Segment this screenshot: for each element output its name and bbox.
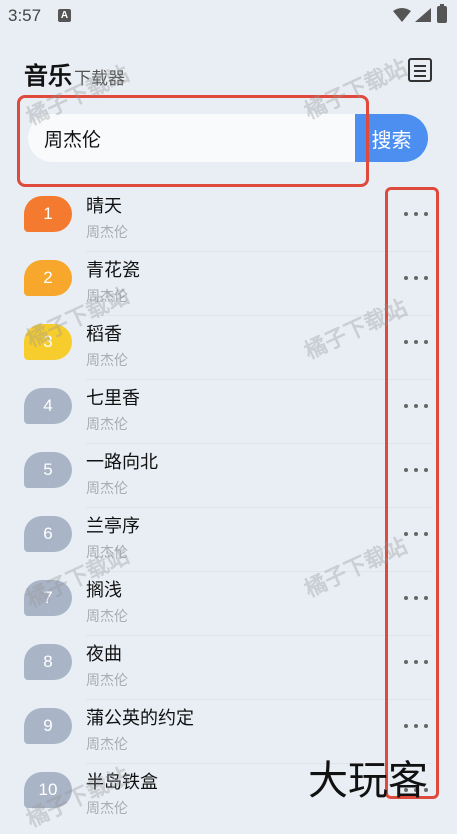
more-dots-icon[interactable] <box>404 530 428 538</box>
more-dots-icon[interactable] <box>404 466 428 474</box>
song-title: 搁浅 <box>86 580 122 601</box>
song-row[interactable]: 7 搁浅 周杰伦 <box>0 572 457 636</box>
song-title: 夜曲 <box>86 644 122 665</box>
song-artist: 周杰伦 <box>86 481 128 497</box>
swap-menu-icon[interactable] <box>408 58 432 82</box>
search-button[interactable]: 搜索 <box>355 114 428 162</box>
rank-badge: 7 <box>24 580 72 616</box>
song-row[interactable]: 8 夜曲 周杰伦 <box>0 636 457 700</box>
rank-badge: 9 <box>24 708 72 744</box>
song-title: 一路向北 <box>86 452 158 473</box>
song-artist: 周杰伦 <box>86 545 128 561</box>
song-artist: 周杰伦 <box>86 289 128 305</box>
song-row[interactable]: 3 稻香 周杰伦 <box>0 316 457 380</box>
rank-badge: 5 <box>24 452 72 488</box>
page-title: 音乐 <box>24 62 72 90</box>
song-artist: 周杰伦 <box>86 609 128 625</box>
rank-badge: 1 <box>24 196 72 232</box>
battery-icon <box>437 4 447 23</box>
rank-badge: 4 <box>24 388 72 424</box>
more-dots-icon[interactable] <box>404 594 428 602</box>
more-dots-icon[interactable] <box>404 210 428 218</box>
more-dots-icon[interactable] <box>404 722 428 730</box>
song-artist: 周杰伦 <box>86 801 128 817</box>
wifi-icon <box>393 8 411 22</box>
song-title: 半岛铁盒 <box>86 772 158 793</box>
song-artist: 周杰伦 <box>86 417 128 433</box>
song-row[interactable]: 1 晴天 周杰伦 <box>0 188 457 252</box>
more-dots-icon[interactable] <box>404 274 428 282</box>
song-title: 七里香 <box>86 388 140 409</box>
more-dots-icon[interactable] <box>404 338 428 346</box>
rank-badge: 2 <box>24 260 72 296</box>
song-artist: 周杰伦 <box>86 225 128 241</box>
song-title: 青花瓷 <box>86 260 140 281</box>
song-row[interactable]: 4 七里香 周杰伦 <box>0 380 457 444</box>
status-bar: 3:57 A <box>0 0 457 30</box>
song-title: 兰亭序 <box>86 516 140 537</box>
app-header: 音乐 下载器 <box>24 56 125 90</box>
song-title: 蒲公英的约定 <box>86 708 194 729</box>
page-subtitle: 下载器 <box>74 69 125 89</box>
more-dots-icon[interactable] <box>404 402 428 410</box>
song-title: 晴天 <box>86 196 122 217</box>
song-row[interactable]: 2 青花瓷 周杰伦 <box>0 252 457 316</box>
rank-badge: 6 <box>24 516 72 552</box>
brand-logo: 大玩客 <box>308 758 428 804</box>
search-input[interactable] <box>28 114 358 162</box>
song-row[interactable]: 6 兰亭序 周杰伦 <box>0 508 457 572</box>
song-row[interactable]: 5 一路向北 周杰伦 <box>0 444 457 508</box>
song-artist: 周杰伦 <box>86 737 128 753</box>
song-artist: 周杰伦 <box>86 673 128 689</box>
rank-badge: 10 <box>24 772 72 808</box>
notification-a-icon: A <box>58 9 71 22</box>
search-bar: 搜索 <box>28 114 428 162</box>
signal-icon <box>415 8 431 22</box>
more-dots-icon[interactable] <box>404 658 428 666</box>
song-title: 稻香 <box>86 324 122 345</box>
rank-badge: 3 <box>24 324 72 360</box>
song-artist: 周杰伦 <box>86 353 128 369</box>
rank-badge: 8 <box>24 644 72 680</box>
status-time: 3:57 <box>8 6 42 25</box>
